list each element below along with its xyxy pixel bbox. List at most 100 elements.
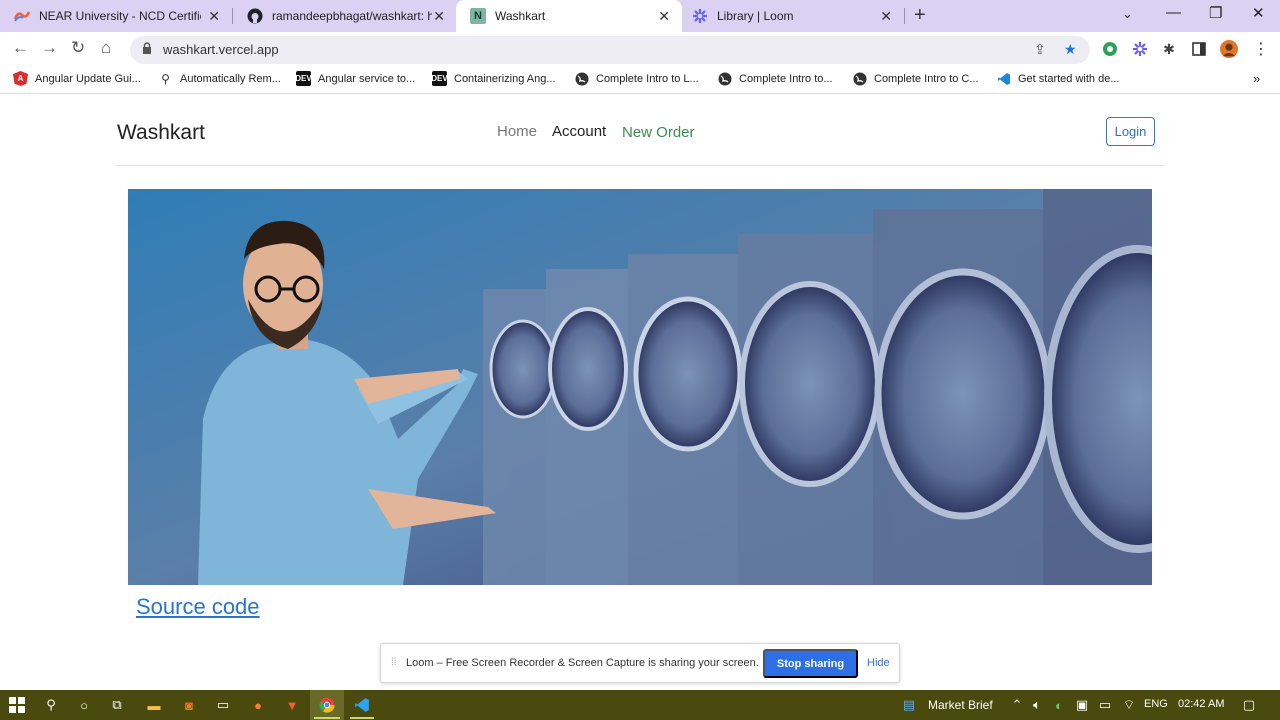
angular-icon: A — [13, 71, 28, 86]
loom-sharing-bar: ⁞⁞ Loom – Free Screen Recorder & Screen … — [380, 643, 900, 683]
chevron-up-icon[interactable]: ⌃ — [1008, 696, 1026, 714]
new-tab-icon[interactable]: + — [914, 4, 926, 27]
header-divider — [117, 165, 1163, 166]
brand-logo[interactable]: Washkart — [117, 121, 205, 145]
bookmark-item[interactable]: Get started with de... — [996, 71, 1120, 86]
link-icon: ⚲ — [161, 71, 170, 86]
sharing-message: Loom – Free Screen Recorder & Screen Cap… — [406, 657, 759, 669]
home-icon[interactable]: ⌂ — [101, 38, 111, 58]
hide-button[interactable]: Hide — [867, 657, 890, 669]
side-panel-icon[interactable] — [1190, 40, 1208, 58]
tab-loom[interactable]: Library | Loom ✕ — [678, 0, 904, 32]
menu-kebab-icon[interactable]: ⋮ — [1252, 40, 1270, 58]
loom-extension-icon[interactable] — [1131, 40, 1149, 58]
tab-title: ramandeepbhagat/washkart: https — [272, 9, 432, 23]
drag-handle-icon[interactable]: ⁞⁞ — [391, 657, 397, 668]
source-code-link[interactable]: Source code — [136, 594, 260, 620]
bookmark-item[interactable]: ⚲ Automatically Rem... — [158, 71, 281, 86]
battery-icon[interactable]: ▭ — [1096, 696, 1114, 714]
bookmark-item[interactable]: DEV Containerizing Ang... — [431, 71, 556, 86]
more-bookmarks-icon[interactable]: » — [1253, 71, 1260, 86]
search-icon[interactable]: ⚲ — [42, 696, 60, 714]
bookmark-label: Angular service to... — [318, 72, 416, 85]
close-icon[interactable]: ✕ — [433, 8, 445, 25]
vscode-icon — [996, 71, 1011, 86]
close-icon[interactable]: ✕ — [880, 8, 892, 25]
bookmark-label: Containerizing Ang... — [454, 72, 556, 85]
close-window-icon[interactable]: ✕ — [1252, 4, 1265, 22]
globe-icon — [717, 71, 732, 86]
globe-icon — [574, 71, 589, 86]
back-icon[interactable]: ← — [12, 38, 29, 58]
terminal-icon[interactable]: ▭ — [214, 696, 232, 714]
share-icon[interactable]: ⇪ — [1034, 41, 1046, 58]
volume-icon[interactable]: 🔈︎ — [1028, 696, 1046, 714]
brave-icon[interactable]: ▼ — [283, 696, 301, 714]
hero-image — [128, 189, 1152, 585]
extension-green-icon[interactable] — [1101, 40, 1119, 58]
cortana-icon[interactable]: ○ — [75, 696, 93, 714]
tab-github[interactable]: ramandeepbhagat/washkart: https ✕ — [233, 0, 457, 32]
windows-start-icon[interactable] — [8, 696, 26, 714]
notion-n-icon: N — [470, 8, 486, 24]
bookmark-label: Angular Update Gui... — [35, 72, 141, 85]
vscode-active-indicator — [350, 717, 374, 719]
vscode-icon[interactable] — [353, 696, 371, 714]
near-icon — [14, 8, 30, 24]
bookmark-item[interactable]: Complete Intro to C... — [852, 71, 979, 86]
bookmark-label: Get started with de... — [1018, 72, 1120, 85]
lock-icon — [143, 42, 151, 54]
bookmark-item[interactable]: DEV Angular service to... — [295, 71, 416, 86]
tab-title: Library | Loom — [717, 9, 794, 23]
firefox-icon[interactable]: ● — [249, 696, 267, 714]
close-icon[interactable]: ✕ — [658, 8, 670, 25]
bookmark-item[interactable]: Complete Intro to... — [717, 71, 833, 86]
nav-home[interactable]: Home — [497, 123, 537, 140]
language-indicator[interactable]: ENG — [1144, 698, 1168, 710]
address-bar[interactable]: washkart.vercel.app ⇪ ★ — [130, 36, 1090, 64]
file-explorer-icon[interactable]: ▬ — [145, 696, 163, 714]
app-orange-icon[interactable]: ◙ — [180, 696, 198, 714]
dev-icon: DEV — [431, 71, 448, 86]
clock[interactable]: 02:42 AM — [1178, 698, 1224, 710]
globe-icon — [852, 71, 867, 86]
task-view-icon[interactable]: ⧉ — [108, 696, 126, 714]
bookmarks-bar: A Angular Update Gui... ⚲ Automatically … — [0, 66, 1280, 94]
github-icon — [247, 8, 263, 24]
bookmark-label: Complete Intro to... — [739, 72, 833, 85]
bookmark-label: Complete Intro to C... — [874, 72, 979, 85]
stop-sharing-button[interactable]: Stop sharing — [763, 649, 858, 678]
tab-near-university[interactable]: NEAR University - NCD Certificate ✕ — [0, 0, 232, 32]
login-button[interactable]: Login — [1106, 117, 1155, 146]
forward-icon[interactable]: → — [41, 38, 58, 58]
profile-avatar[interactable] — [1220, 40, 1238, 58]
nav-account[interactable]: Account — [552, 123, 606, 140]
nav-new-order[interactable]: New Order — [622, 124, 695, 141]
chrome-icon[interactable] — [318, 696, 336, 714]
reload-icon[interactable]: ↻ — [71, 38, 85, 58]
loom-icon — [692, 8, 708, 24]
market-brief-widget[interactable]: Market Brief — [928, 698, 993, 712]
tab-washkart[interactable]: N Washkart ✕ — [456, 0, 682, 32]
bookmark-star-icon[interactable]: ★ — [1064, 41, 1077, 58]
notifications-icon[interactable]: ▢ — [1240, 696, 1258, 714]
tab-search-chevron-icon[interactable]: ⌄ — [1122, 6, 1133, 22]
restore-icon[interactable]: ❐ — [1209, 4, 1222, 22]
bookmark-label: Complete Intro to L... — [596, 72, 699, 85]
web-page: Washkart Home Account New Order Login So… — [0, 95, 1280, 690]
news-icon[interactable]: ▤ — [900, 696, 918, 714]
bookmark-item[interactable]: A Angular Update Gui... — [13, 71, 141, 86]
browser-toolbar: ← → ↻ ⌂ washkart.vercel.app ⇪ ★ ✱ ⋮ — [0, 32, 1280, 66]
bookmark-item[interactable]: Complete Intro to L... — [574, 71, 699, 86]
browser-tab-strip: NEAR University - NCD Certificate ✕ rama… — [0, 0, 1280, 32]
security-icon[interactable]: ◐ — [1050, 696, 1068, 714]
windows-taskbar: ⚲ ○ ⧉ ▬ ◙ ▭ ● ▼ ▤ Market Brief ⌃ 🔈︎ ◐ ▣ … — [0, 690, 1280, 720]
close-icon[interactable]: ✕ — [208, 8, 220, 25]
wifi-icon[interactable]: ⌔ — [1120, 696, 1138, 714]
bookmark-label: Automatically Rem... — [180, 72, 281, 85]
meet-now-icon[interactable]: ▣ — [1073, 696, 1091, 714]
url-text: washkart.vercel.app — [163, 42, 279, 57]
chrome-active-indicator — [314, 717, 340, 719]
minimize-icon[interactable]: — — [1166, 4, 1181, 21]
extensions-puzzle-icon[interactable]: ✱ — [1160, 40, 1178, 58]
